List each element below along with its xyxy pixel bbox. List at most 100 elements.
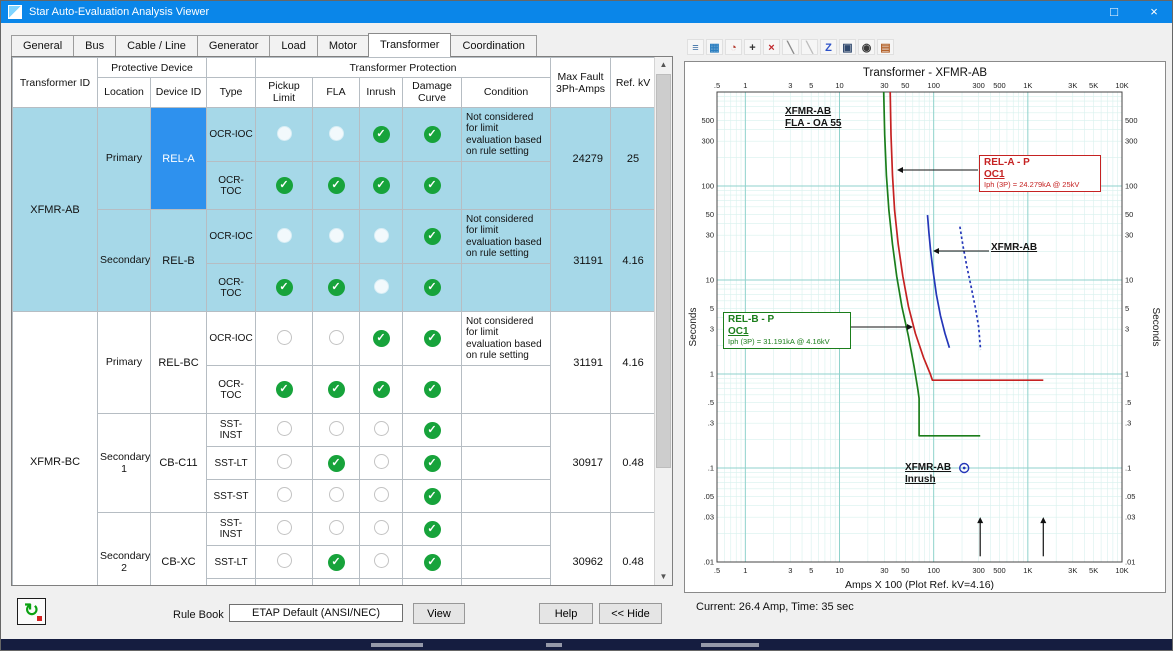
printer-icon[interactable]: ▤ [877,39,894,55]
location-cell[interactable]: Secondary-2 [98,513,151,587]
pickup-limit-cell[interactable] [256,546,313,579]
device-id-cell[interactable]: REL-BC [151,312,207,414]
slope-icon[interactable]: ╲ [782,39,799,55]
type-cell[interactable]: OCR-IOC [207,210,256,264]
fla-cell[interactable] [313,108,360,162]
tag-icon[interactable]: Z [820,39,837,55]
damage-curve-cell[interactable]: ✓ [403,108,462,162]
table-row[interactable]: SecondaryREL-BOCR-IOC✓Not considered for… [13,210,656,264]
pickup-limit-cell[interactable]: ✓ [256,264,313,312]
curve-label-icon[interactable]: ╲ [801,39,818,55]
location-cell[interactable]: Secondary-1 [98,414,151,513]
pickup-limit-cell[interactable] [256,447,313,480]
tcc-plot-panel[interactable]: Transformer - XFMR-AB .5.511335510103030… [684,61,1166,593]
plot-view-icon[interactable]: ▦ [706,39,723,55]
pickup-limit-cell[interactable] [256,210,313,264]
tab-load[interactable]: Load [269,35,317,56]
fla-cell[interactable] [313,480,360,513]
type-cell[interactable]: SST-ST [207,579,256,587]
type-cell[interactable]: OCR-TOC [207,264,256,312]
ref-kv-cell[interactable]: 0.48 [611,513,656,587]
type-cell[interactable]: SST-ST [207,480,256,513]
pickup-limit-cell[interactable]: ✓ [256,366,313,414]
transformer-id-cell[interactable]: XFMR-BC [13,312,98,587]
damage-curve-cell[interactable]: ✓ [403,447,462,480]
tab-general[interactable]: General [11,35,74,56]
tab-cable-line[interactable]: Cable / Line [115,35,198,56]
hide-button[interactable]: << Hide [599,603,662,624]
type-cell[interactable]: SST-LT [207,546,256,579]
condition-cell[interactable] [462,447,551,480]
pickup-limit-cell[interactable] [256,312,313,366]
damage-curve-cell[interactable]: ✓ [403,264,462,312]
inrush-cell[interactable]: ✓ [360,579,403,587]
transformer-id-cell[interactable]: XFMR-AB [13,108,98,312]
ref-kv-cell[interactable]: 4.16 [611,312,656,414]
damage-curve-cell[interactable]: ✓ [403,480,462,513]
inrush-cell[interactable]: ✓ [360,108,403,162]
pickup-limit-cell[interactable] [256,513,313,546]
tcc-plot[interactable]: .5.5113355101030305050100100300300500500… [685,62,1165,592]
inrush-cell[interactable] [360,513,403,546]
tab-bus[interactable]: Bus [73,35,116,56]
type-cell[interactable]: SST-LT [207,447,256,480]
camera-icon[interactable]: ◉ [858,39,875,55]
table-row[interactable]: Secondary-1CB-C11SST-INST✓309170.48 [13,414,656,447]
damage-curve-cell[interactable]: ✓ [403,162,462,210]
fla-cell[interactable]: ✓ [313,264,360,312]
inrush-cell[interactable]: ✓ [360,366,403,414]
device-id-cell[interactable]: REL-A [151,108,207,210]
condition-cell[interactable] [462,546,551,579]
scroll-thumb[interactable] [656,74,671,468]
delete-curve-icon[interactable]: × [763,39,780,55]
fla-cell[interactable] [313,414,360,447]
location-cell[interactable]: Secondary [98,210,151,312]
pickup-limit-cell[interactable] [256,108,313,162]
help-button[interactable]: Help [539,603,593,624]
type-cell[interactable]: OCR-TOC [207,366,256,414]
tab-generator[interactable]: Generator [197,35,271,56]
location-cell[interactable]: Primary [98,108,151,210]
fla-cell[interactable] [313,312,360,366]
condition-cell[interactable]: Not considered for limit evaluation base… [462,210,551,264]
fla-cell[interactable]: ✓ [313,579,360,587]
damage-curve-cell[interactable]: ✓ [403,366,462,414]
inrush-cell[interactable] [360,210,403,264]
location-cell[interactable]: Primary [98,312,151,414]
condition-cell[interactable] [462,513,551,546]
close-button[interactable]: × [1146,1,1162,23]
condition-cell[interactable] [462,480,551,513]
screen-icon[interactable]: ▣ [839,39,856,55]
pickup-limit-cell[interactable]: ✓ [256,579,313,587]
type-cell[interactable]: OCR-TOC [207,162,256,210]
fla-cell[interactable] [313,513,360,546]
condition-cell[interactable] [462,414,551,447]
inrush-cell[interactable] [360,546,403,579]
curve-list-icon[interactable]: ≡ [687,39,704,55]
condition-cell[interactable]: Not considered for limit evaluation base… [462,108,551,162]
type-cell[interactable]: OCR-IOC [207,312,256,366]
inrush-cell[interactable] [360,264,403,312]
tab-transformer[interactable]: Transformer [368,33,452,57]
table-row[interactable]: Secondary-2CB-XCSST-INST✓309620.48 [13,513,656,546]
type-cell[interactable]: OCR-IOC [207,108,256,162]
fla-cell[interactable]: ✓ [313,162,360,210]
max-fault-cell[interactable]: 31191 [551,312,611,414]
device-id-cell[interactable]: CB-C11 [151,414,207,513]
pickup-limit-cell[interactable] [256,414,313,447]
scroll-down-arrow[interactable]: ▼ [655,569,672,585]
table-row[interactable]: XFMR-BCPrimaryREL-BCOCR-IOC✓✓Not conside… [13,312,656,366]
type-cell[interactable]: SST-INST [207,414,256,447]
condition-cell[interactable] [462,366,551,414]
view-button[interactable]: View [413,603,465,624]
pickup-limit-cell[interactable] [256,480,313,513]
device-id-cell[interactable]: REL-B [151,210,207,312]
fla-cell[interactable] [313,210,360,264]
type-cell[interactable]: SST-INST [207,513,256,546]
damage-curve-cell[interactable]: ✓ [403,414,462,447]
pickup-limit-cell[interactable]: ✓ [256,162,313,210]
table-scrollbar[interactable]: ▲ ▼ [654,57,672,585]
inrush-cell[interactable] [360,480,403,513]
condition-cell[interactable] [462,162,551,210]
condition-cell[interactable] [462,579,551,587]
